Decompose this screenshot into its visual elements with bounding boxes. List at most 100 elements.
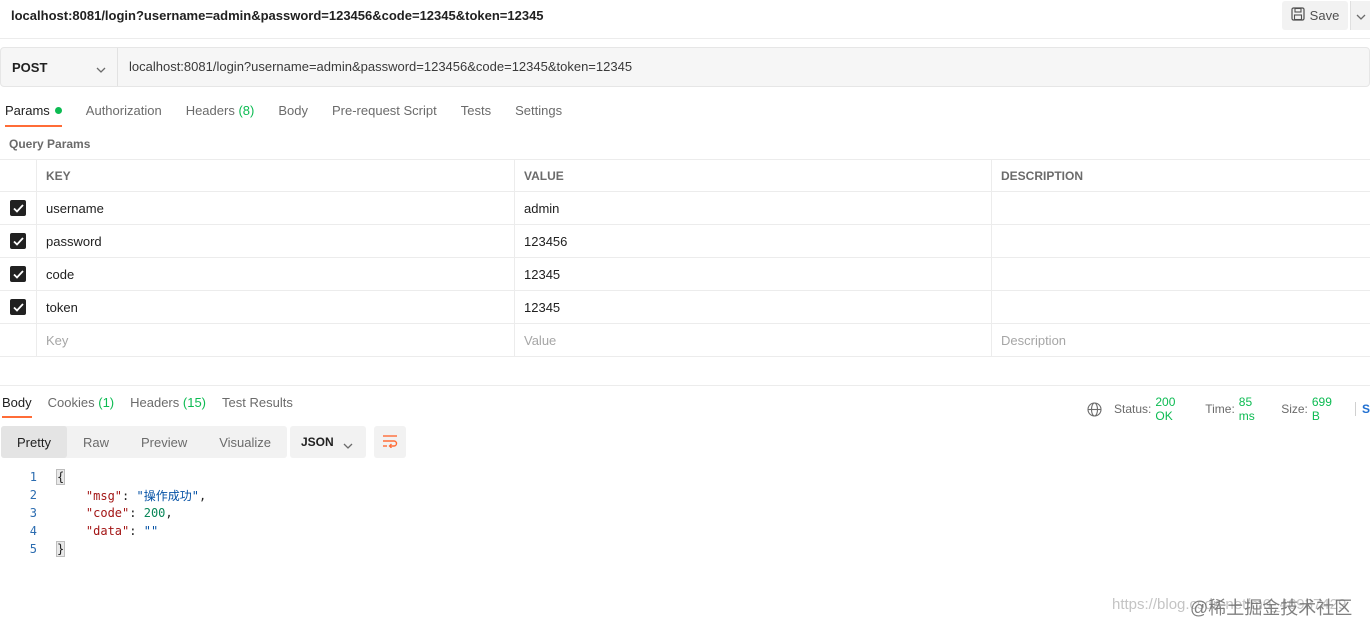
param-description-cell[interactable] <box>992 258 1370 290</box>
tab-prerequest-script[interactable]: Pre-request Script <box>332 97 437 127</box>
code-line: 4 "data": "" <box>0 522 206 540</box>
header-checkbox-cell <box>0 160 37 191</box>
param-key-cell[interactable]: username <box>37 192 515 224</box>
save-button[interactable]: Save <box>1282 1 1348 30</box>
new-description-input[interactable]: Description <box>992 324 1370 356</box>
param-key-cell[interactable]: password <box>37 225 515 257</box>
table-row-new: Key Value Description <box>0 324 1370 357</box>
close-brace: } <box>55 541 66 557</box>
code-line: 3 "code": 200, <box>0 504 206 522</box>
response-tab-headers-label: Headers <box>130 395 180 410</box>
json-key: "msg" <box>85 488 123 503</box>
param-description-cell[interactable] <box>992 192 1370 224</box>
line-number: 2 <box>29 488 37 502</box>
chevron-down-icon <box>96 61 106 76</box>
line-number: 4 <box>29 524 37 538</box>
view-pretty[interactable]: Pretty <box>1 426 67 458</box>
code-line: 1{ <box>0 468 206 486</box>
response-tab-cookies[interactable]: Cookies (1) <box>48 387 114 418</box>
response-body-code[interactable]: 1{ 2 "msg": "操作成功", 3 "code": 200, 4 "da… <box>0 468 206 558</box>
save-response-button[interactable]: S <box>1362 402 1370 416</box>
param-key-cell[interactable]: token <box>37 291 515 323</box>
response-tab-test-results-label: Test Results <box>222 395 293 410</box>
save-options-button[interactable] <box>1350 1 1370 30</box>
json-key: "code" <box>85 506 130 520</box>
table-row: username admin <box>0 192 1370 225</box>
response-tab-headers[interactable]: Headers (15) <box>130 387 206 418</box>
param-checkbox[interactable] <box>10 200 26 216</box>
request-tabs: Params Authorization Headers (8) Body Pr… <box>0 97 586 127</box>
time-value[interactable]: 85 ms <box>1239 395 1269 423</box>
column-header-key: KEY <box>37 160 515 191</box>
view-preview[interactable]: Preview <box>125 426 203 458</box>
code-line: 2 "msg": "操作成功", <box>0 486 206 504</box>
size-label: Size: <box>1281 402 1308 416</box>
tab-authorization[interactable]: Authorization <box>86 97 162 127</box>
size-value[interactable]: 699 B <box>1312 395 1341 423</box>
tab-headers-label: Headers <box>185 103 235 118</box>
param-value-cell[interactable]: admin <box>515 192 992 224</box>
response-status-bar: Status: 200 OK Time: 85 ms Size: 699 B S <box>1087 395 1370 423</box>
tab-authorization-label: Authorization <box>85 103 162 118</box>
tab-body-label: Body <box>278 103 308 118</box>
tab-settings[interactable]: Settings <box>515 97 562 127</box>
watermark-brand: @稀土掘金技术社区 <box>1190 598 1353 618</box>
params-active-dot <box>54 107 62 114</box>
status-value[interactable]: 200 OK <box>1155 395 1193 423</box>
json-key: "data" <box>85 524 130 538</box>
param-checkbox[interactable] <box>10 266 26 282</box>
chevron-down-icon <box>1356 8 1366 23</box>
response-tab-test-results[interactable]: Test Results <box>222 387 293 418</box>
param-checkbox[interactable] <box>10 299 26 315</box>
tab-prerequest-label: Pre-request Script <box>331 103 437 118</box>
view-raw[interactable]: Raw <box>67 426 125 458</box>
param-description-cell[interactable] <box>992 291 1370 323</box>
line-number: 1 <box>29 470 37 484</box>
chevron-down-icon <box>343 438 353 452</box>
status-label: Status: <box>1114 402 1152 416</box>
url-input[interactable]: localhost:8081/login?username=admin&pass… <box>129 59 632 74</box>
save-label: Save <box>1309 8 1340 23</box>
tab-body[interactable]: Body <box>278 97 308 127</box>
line-number: 5 <box>29 542 37 556</box>
empty-checkbox-cell <box>0 324 37 356</box>
response-tab-body-label: Body <box>2 395 32 410</box>
new-key-input[interactable]: Key <box>37 324 515 356</box>
wrap-lines-button[interactable] <box>374 426 406 458</box>
response-view-toggle: Pretty Raw Preview Visualize <box>1 426 288 458</box>
request-title-bar: localhost:8081/login?username=admin&pass… <box>0 0 1370 39</box>
response-tab-body[interactable]: Body <box>2 387 32 418</box>
format-select[interactable]: JSON <box>290 426 366 458</box>
time-label: Time: <box>1205 402 1235 416</box>
json-value: 200 <box>143 506 166 520</box>
method-select[interactable]: POST <box>1 48 118 86</box>
param-checkbox[interactable] <box>10 233 26 249</box>
param-value-cell[interactable]: 12345 <box>515 291 992 323</box>
tab-params[interactable]: Params <box>5 97 62 127</box>
table-row: password 123456 <box>0 225 1370 258</box>
open-brace: { <box>55 469 66 485</box>
code-line: 5} <box>0 540 206 558</box>
table-row: token 12345 <box>0 291 1370 324</box>
tab-headers[interactable]: Headers (8) <box>186 97 255 127</box>
line-number: 3 <box>29 506 37 520</box>
query-params-table: KEY VALUE DESCRIPTION username admin pas… <box>0 159 1370 357</box>
url-bar: POST localhost:8081/login?username=admin… <box>0 47 1370 87</box>
response-divider[interactable] <box>0 385 1370 386</box>
view-visualize[interactable]: Visualize <box>203 426 287 458</box>
column-header-value: VALUE <box>515 160 992 191</box>
param-value-cell[interactable]: 123456 <box>515 225 992 257</box>
format-label: JSON <box>301 435 334 449</box>
column-header-description: DESCRIPTION <box>1001 168 1084 183</box>
globe-icon[interactable] <box>1087 401 1102 417</box>
tab-tests[interactable]: Tests <box>461 97 491 127</box>
json-value: "" <box>143 524 159 538</box>
json-value: "操作成功" <box>136 488 199 503</box>
param-value-cell[interactable]: 12345 <box>515 258 992 290</box>
request-name[interactable]: localhost:8081/login?username=admin&pass… <box>11 8 544 23</box>
query-params-title: Query Params <box>9 137 91 151</box>
param-key-cell[interactable]: code <box>37 258 515 290</box>
cookies-count: (1) <box>98 395 115 410</box>
param-description-cell[interactable] <box>992 225 1370 257</box>
new-value-input[interactable]: Value <box>515 324 992 356</box>
